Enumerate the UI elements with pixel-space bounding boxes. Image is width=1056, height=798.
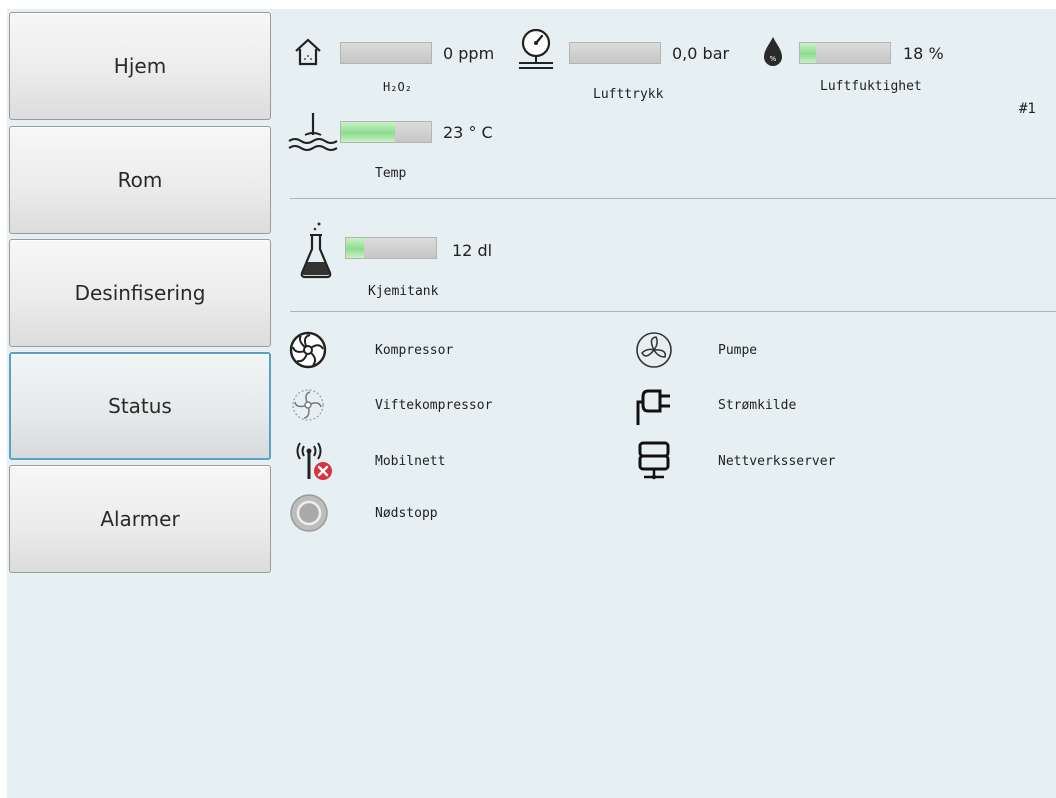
power-plug-icon	[636, 389, 670, 425]
component-label-mobilnett: Mobilnett	[375, 454, 446, 469]
pressure-level-bar	[569, 42, 661, 64]
nav-hjem-button[interactable]: Hjem	[9, 12, 271, 120]
humidity-label: Luftfuktighet	[820, 79, 922, 94]
humidity-value: 18 %	[903, 44, 944, 63]
temp-value: 23 ° C	[443, 123, 493, 142]
nav-desinfisering-button[interactable]: Desinfisering	[9, 239, 271, 347]
pressure-value: 0,0 bar	[672, 44, 730, 63]
chem-tank-value: 12 dl	[452, 241, 493, 260]
water-drop-icon: %	[764, 37, 782, 66]
pump-icon	[636, 332, 672, 368]
temp-label: Temp	[375, 166, 407, 181]
water-temperature-icon	[288, 113, 338, 151]
compressor-fan-icon	[289, 331, 327, 369]
component-label-stromkilde: Strømkilde	[718, 398, 797, 413]
temp-level-bar	[340, 121, 432, 143]
pressure-label: Lufttrykk	[593, 87, 664, 102]
h2o2-label: H₂O₂	[383, 80, 412, 94]
nav-alarmer-button[interactable]: Alarmer	[9, 465, 271, 573]
chem-tank-label: Kjemitank	[368, 284, 439, 299]
nav-rom-button[interactable]: Rom	[9, 126, 271, 234]
component-label-nettverksserver: Nettverksserver	[718, 454, 836, 469]
antenna-error-icon	[296, 442, 332, 480]
emergency-stop-icon	[290, 494, 328, 532]
humidity-level-bar	[799, 42, 891, 64]
component-label-kompressor: Kompressor	[375, 343, 454, 358]
fan-compressor-icon	[292, 389, 324, 421]
chem-tank-level-fill	[346, 238, 364, 258]
component-label-pumpe: Pumpe	[718, 343, 758, 358]
component-label-nodstopp: Nødstopp	[375, 506, 438, 521]
chem-tank-level-bar	[345, 237, 437, 259]
component-label-viftekompressor: Viftekompressor	[375, 398, 493, 413]
house-icon	[295, 38, 321, 66]
h2o2-level-bar	[340, 42, 432, 64]
flask-icon	[300, 222, 332, 279]
section-divider	[290, 311, 1056, 312]
humidity-level-fill	[800, 43, 817, 63]
temp-level-fill	[341, 122, 395, 142]
app-window: Hjem Rom Desinfisering Status Alarmer #1…	[7, 9, 1056, 798]
section-divider	[290, 198, 1056, 199]
nav-status-button[interactable]: Status	[9, 352, 271, 460]
svg-text:%: %	[770, 55, 777, 63]
h2o2-value: 0 ppm	[443, 44, 495, 63]
pressure-gauge-icon	[519, 28, 553, 69]
unit-id: #1	[1019, 101, 1036, 117]
network-server-icon	[638, 441, 670, 480]
